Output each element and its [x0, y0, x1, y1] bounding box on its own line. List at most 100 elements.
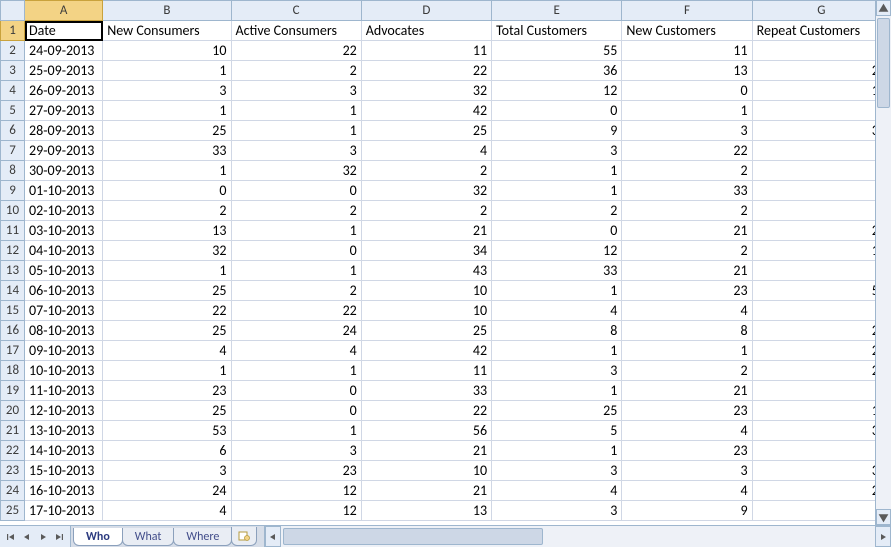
cell-E2[interactable]: 55: [492, 41, 622, 61]
cell-F5[interactable]: 1: [622, 101, 752, 121]
select-all-corner[interactable]: [1, 1, 25, 21]
cell-G23[interactable]: 32: [752, 461, 890, 481]
cell-B11[interactable]: 13: [103, 221, 231, 241]
cell-C4[interactable]: 3: [231, 81, 361, 101]
cell-B9[interactable]: 0: [103, 181, 231, 201]
cell-A11[interactable]: 03-10-2013: [25, 221, 103, 241]
scroll-up-button[interactable]: [876, 0, 891, 16]
cell-B7[interactable]: 33: [103, 141, 231, 161]
cell-B12[interactable]: 32: [103, 241, 231, 261]
cell-E10[interactable]: 2: [492, 201, 622, 221]
cell-F20[interactable]: 23: [622, 401, 752, 421]
cell-C14[interactable]: 2: [231, 281, 361, 301]
cell-D5[interactable]: 42: [361, 101, 491, 121]
cell-A18[interactable]: 10-10-2013: [25, 361, 103, 381]
cell-G10[interactable]: 2: [752, 201, 890, 221]
cell-A13[interactable]: 05-10-2013: [25, 261, 103, 281]
cell-E13[interactable]: 33: [492, 261, 622, 281]
cell-C21[interactable]: 1: [231, 421, 361, 441]
cell-G11[interactable]: 23: [752, 221, 890, 241]
cell-E14[interactable]: 1: [492, 281, 622, 301]
cell-A20[interactable]: 12-10-2013: [25, 401, 103, 421]
tab-nav-first-icon[interactable]: [4, 530, 18, 544]
cell-D24[interactable]: 21: [361, 481, 491, 501]
cell-B22[interactable]: 6: [103, 441, 231, 461]
cell-F17[interactable]: 1: [622, 341, 752, 361]
cell-B18[interactable]: 1: [103, 361, 231, 381]
row-header-19[interactable]: 19: [1, 381, 25, 401]
cell-D25[interactable]: 13: [361, 501, 491, 521]
cell-D7[interactable]: 4: [361, 141, 491, 161]
cell-C22[interactable]: 3: [231, 441, 361, 461]
col-header-D[interactable]: D: [361, 1, 491, 21]
cell-D16[interactable]: 25: [361, 321, 491, 341]
cell-G24[interactable]: 23: [752, 481, 890, 501]
new-sheet-button[interactable]: [231, 527, 257, 546]
row-header-5[interactable]: 5: [1, 101, 25, 121]
cell-B21[interactable]: 53: [103, 421, 231, 441]
cell-B25[interactable]: 4: [103, 501, 231, 521]
cell-F22[interactable]: 23: [622, 441, 752, 461]
cell-A6[interactable]: 28-09-2013: [25, 121, 103, 141]
cell-C9[interactable]: 0: [231, 181, 361, 201]
vscroll-track[interactable]: [876, 16, 891, 509]
cell-C20[interactable]: 0: [231, 401, 361, 421]
cell-E6[interactable]: 9: [492, 121, 622, 141]
cell-D12[interactable]: 34: [361, 241, 491, 261]
cell-F6[interactable]: 3: [622, 121, 752, 141]
cell-G9[interactable]: 0: [752, 181, 890, 201]
cell-A8[interactable]: 30-09-2013: [25, 161, 103, 181]
cell-F24[interactable]: 4: [622, 481, 752, 501]
tab-where[interactable]: Where: [173, 528, 232, 546]
cell-C3[interactable]: 2: [231, 61, 361, 81]
row-header-7[interactable]: 7: [1, 141, 25, 161]
cell-E9[interactable]: 1: [492, 181, 622, 201]
cell-B10[interactable]: 2: [103, 201, 231, 221]
cell-E11[interactable]: 0: [492, 221, 622, 241]
cell-F15[interactable]: 4: [622, 301, 752, 321]
cell-B15[interactable]: 22: [103, 301, 231, 321]
cell-G17[interactable]: 24: [752, 341, 890, 361]
cell-E22[interactable]: 1: [492, 441, 622, 461]
cell-G20[interactable]: 11: [752, 401, 890, 421]
cell-C1[interactable]: Active Consumers: [231, 21, 361, 41]
cell-D19[interactable]: 33: [361, 381, 491, 401]
cell-G13[interactable]: 3: [752, 261, 890, 281]
cell-E1[interactable]: Total Customers: [492, 21, 622, 41]
cell-C5[interactable]: 1: [231, 101, 361, 121]
cell-A7[interactable]: 29-09-2013: [25, 141, 103, 161]
row-header-16[interactable]: 16: [1, 321, 25, 341]
cell-E12[interactable]: 12: [492, 241, 622, 261]
tab-who[interactable]: Who: [73, 528, 123, 546]
cell-D1[interactable]: Advocates: [361, 21, 491, 41]
row-header-10[interactable]: 10: [1, 201, 25, 221]
tab-nav-prev-icon[interactable]: [20, 530, 34, 544]
cell-F12[interactable]: 2: [622, 241, 752, 261]
cell-F13[interactable]: 21: [622, 261, 752, 281]
vertical-scrollbar[interactable]: [875, 0, 891, 525]
cell-G18[interactable]: 25: [752, 361, 890, 381]
cell-D15[interactable]: 10: [361, 301, 491, 321]
tab-what[interactable]: What: [122, 528, 175, 546]
col-header-G[interactable]: G: [752, 1, 890, 21]
cell-C16[interactable]: 24: [231, 321, 361, 341]
cell-E7[interactable]: 3: [492, 141, 622, 161]
row-header-23[interactable]: 23: [1, 461, 25, 481]
cell-D18[interactable]: 11: [361, 361, 491, 381]
cell-C12[interactable]: 0: [231, 241, 361, 261]
cell-F11[interactable]: 21: [622, 221, 752, 241]
cell-B5[interactable]: 1: [103, 101, 231, 121]
cell-B1[interactable]: New Consumers: [103, 21, 231, 41]
col-header-E[interactable]: E: [492, 1, 622, 21]
cell-D13[interactable]: 43: [361, 261, 491, 281]
cell-G12[interactable]: 12: [752, 241, 890, 261]
cell-D22[interactable]: 21: [361, 441, 491, 461]
row-header-6[interactable]: 6: [1, 121, 25, 141]
cell-E5[interactable]: 0: [492, 101, 622, 121]
cell-G3[interactable]: 21: [752, 61, 890, 81]
scroll-left-button[interactable]: [265, 526, 281, 547]
cell-G6[interactable]: 33: [752, 121, 890, 141]
cell-E17[interactable]: 1: [492, 341, 622, 361]
row-header-8[interactable]: 8: [1, 161, 25, 181]
row-header-2[interactable]: 2: [1, 41, 25, 61]
